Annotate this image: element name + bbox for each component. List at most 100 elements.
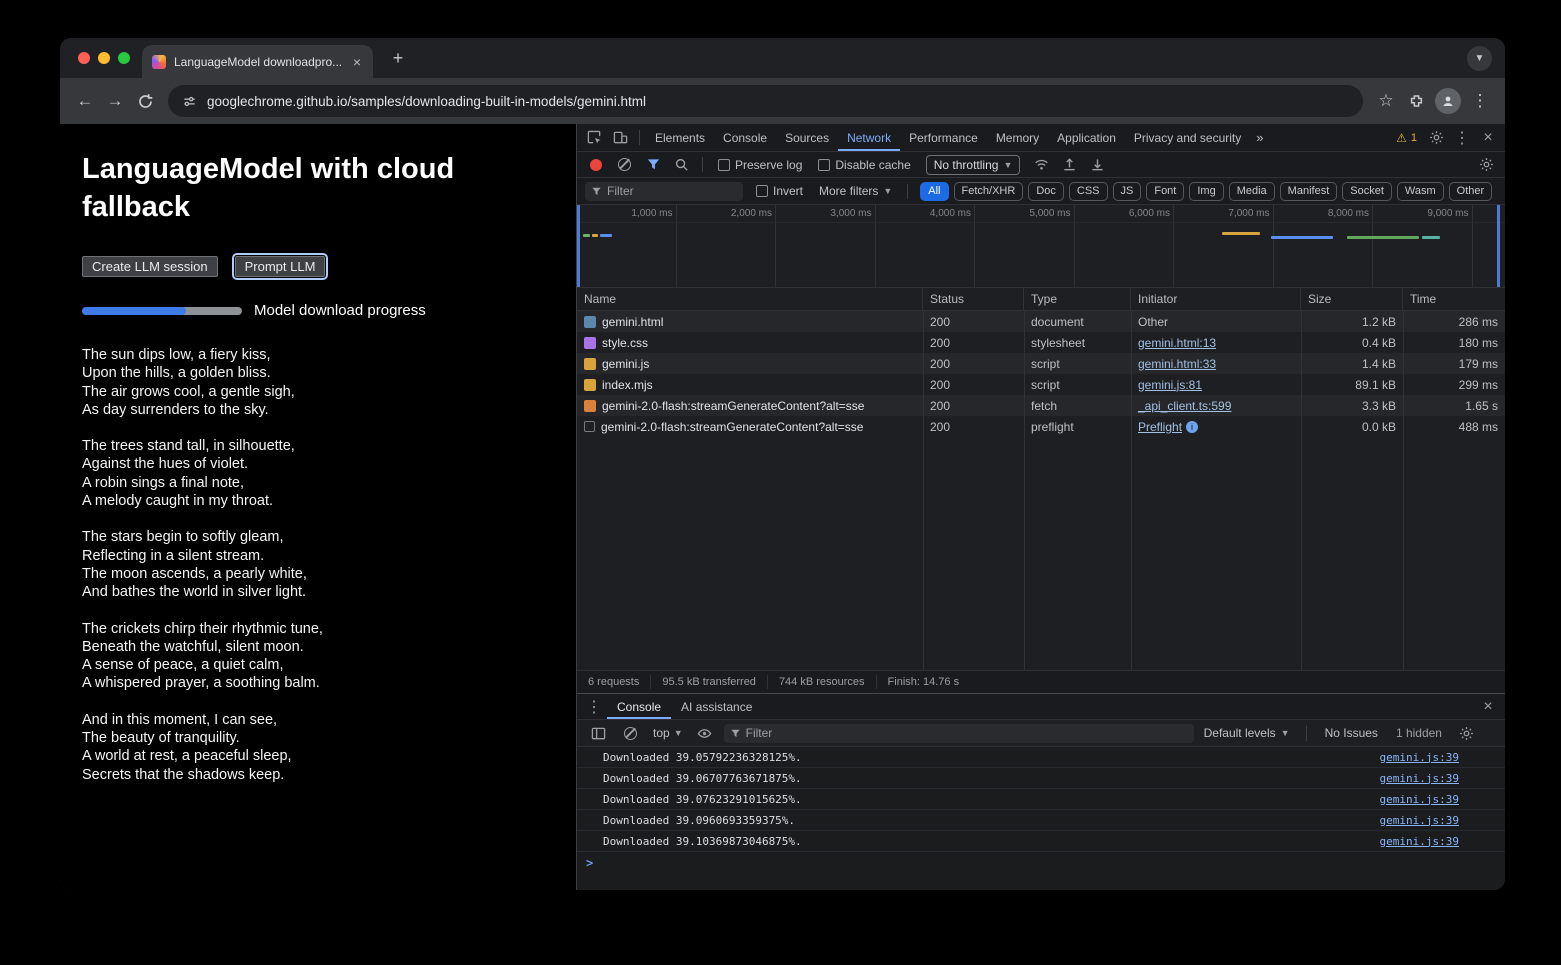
devtools-tab[interactable]: Memory — [987, 124, 1048, 151]
import-har-icon[interactable] — [1056, 154, 1082, 176]
maximize-window-button[interactable] — [118, 52, 130, 64]
close-window-button[interactable] — [78, 52, 90, 64]
devtools-tab[interactable]: Network — [838, 124, 900, 151]
tab-search-button[interactable]: ▼ — [1467, 46, 1492, 71]
column-header-status[interactable]: Status — [923, 288, 1024, 310]
network-overview-timeline[interactable]: 1,000 ms2,000 ms3,000 ms4,000 ms5,000 ms… — [577, 205, 1505, 288]
search-icon[interactable] — [668, 154, 694, 176]
console-source-link[interactable]: gemini.js:39 — [1368, 751, 1459, 764]
devtools-tab[interactable]: Performance — [900, 124, 987, 151]
export-har-icon[interactable] — [1084, 154, 1110, 176]
invert-filter-checkbox[interactable]: Invert — [749, 184, 810, 198]
column-divider[interactable] — [1301, 311, 1302, 670]
request-type-filter-chip[interactable]: Other — [1449, 182, 1493, 201]
overview-window-handle-left[interactable] — [577, 205, 580, 287]
request-type-filter-chip[interactable]: Wasm — [1397, 182, 1444, 201]
disable-cache-checkbox[interactable]: Disable cache — [811, 158, 917, 172]
hidden-messages-count[interactable]: 1 hidden — [1390, 726, 1448, 740]
console-sidebar-icon[interactable] — [585, 722, 611, 744]
console-source-link[interactable]: gemini.js:39 — [1368, 793, 1459, 806]
inspect-element-icon[interactable] — [581, 127, 607, 149]
network-filter-input[interactable]: Filter — [585, 182, 743, 201]
issues-status[interactable]: No Issues — [1319, 726, 1384, 740]
network-request-row[interactable]: style.css 200 stylesheet gemini.html:13 … — [577, 332, 1505, 353]
devtools-menu-icon[interactable]: ⋮ — [1449, 127, 1475, 149]
column-header-time[interactable]: Time — [1403, 288, 1505, 310]
extensions-icon[interactable] — [1401, 86, 1431, 116]
initiator-link[interactable]: _api_client.ts:599 — [1138, 399, 1231, 413]
initiator-link[interactable]: gemini.html:33 — [1138, 357, 1216, 371]
site-info-icon[interactable] — [182, 94, 197, 109]
console-filter-input[interactable]: Filter — [724, 724, 1194, 743]
bookmark-star-icon[interactable]: ☆ — [1371, 86, 1401, 116]
preserve-log-checkbox[interactable]: Preserve log — [711, 158, 809, 172]
drawer-tab[interactable]: Console — [607, 694, 671, 719]
browser-tab[interactable]: LanguageModel downloadpro... × — [142, 45, 373, 78]
network-request-row[interactable]: gemini-2.0-flash:streamGenerateContent?a… — [577, 416, 1505, 437]
column-header-initiator[interactable]: Initiator — [1131, 288, 1301, 310]
request-type-filter-chip[interactable]: Fetch/XHR — [954, 182, 1024, 201]
console-source-link[interactable]: gemini.js:39 — [1368, 835, 1459, 848]
devtools-tab[interactable]: Application — [1048, 124, 1125, 151]
request-type-filter-chip[interactable]: Socket — [1342, 182, 1392, 201]
back-button[interactable]: ← — [70, 86, 100, 116]
column-header-name[interactable]: Name — [577, 288, 923, 310]
request-type-filter-chip[interactable]: CSS — [1069, 182, 1108, 201]
devtools-tab[interactable]: Sources — [776, 124, 838, 151]
filter-toggle-icon[interactable] — [640, 154, 666, 176]
forward-button[interactable]: → — [100, 86, 130, 116]
request-type-filter-chip[interactable]: All — [920, 182, 948, 201]
prompt-llm-button[interactable]: Prompt LLM — [235, 256, 326, 277]
more-filters-button[interactable]: More filters ▼ — [816, 184, 895, 198]
network-request-row[interactable]: gemini.js 200 script gemini.html:33 i 1.… — [577, 353, 1505, 374]
initiator-link[interactable]: Other — [1138, 315, 1168, 329]
drawer-menu-icon[interactable]: ⋮ — [581, 696, 607, 718]
column-header-type[interactable]: Type — [1024, 288, 1131, 310]
network-settings-icon[interactable] — [1473, 154, 1499, 176]
request-type-filter-chip[interactable]: Doc — [1028, 182, 1064, 201]
live-expression-eye-icon[interactable] — [692, 722, 718, 744]
network-conditions-icon[interactable] — [1028, 154, 1054, 176]
column-divider[interactable] — [1131, 311, 1132, 670]
network-request-row[interactable]: index.mjs 200 script gemini.js:81 i 89.1… — [577, 374, 1505, 395]
request-type-filter-chip[interactable]: Img — [1189, 182, 1223, 201]
drawer-tab[interactable]: AI assistance — [671, 694, 762, 719]
preflight-info-icon[interactable]: i — [1186, 421, 1198, 433]
record-network-log-button[interactable] — [590, 159, 602, 171]
initiator-link[interactable]: Preflight — [1138, 420, 1182, 434]
more-panels-button[interactable]: » — [1250, 124, 1269, 151]
overview-window-handle-right[interactable] — [1497, 205, 1500, 287]
minimize-window-button[interactable] — [98, 52, 110, 64]
console-context-select[interactable]: top ▼ — [650, 726, 686, 740]
column-header-size[interactable]: Size — [1301, 288, 1403, 310]
devtools-tab[interactable]: Elements — [646, 124, 714, 151]
console-prompt[interactable]: > — [577, 852, 1505, 874]
network-request-row[interactable]: gemini-2.0-flash:streamGenerateContent?a… — [577, 395, 1505, 416]
clear-console-button[interactable] — [624, 727, 637, 740]
device-toolbar-icon[interactable] — [607, 127, 633, 149]
new-tab-button[interactable]: + — [386, 47, 410, 71]
network-request-row[interactable]: gemini.html 200 document Other i 1.2 kB … — [577, 311, 1505, 332]
throttling-select[interactable]: No throttling ▼ — [926, 155, 1021, 175]
browser-menu-icon[interactable]: ⋮ — [1465, 86, 1495, 116]
devtools-settings-icon[interactable] — [1423, 127, 1449, 149]
request-type-filter-chip[interactable]: Manifest — [1280, 182, 1338, 201]
request-type-filter-chip[interactable]: JS — [1113, 182, 1142, 201]
create-llm-session-button[interactable]: Create LLM session — [82, 256, 218, 277]
console-settings-icon[interactable] — [1454, 722, 1480, 744]
reload-button[interactable] — [130, 86, 160, 116]
devtools-close-icon[interactable]: × — [1475, 127, 1501, 149]
column-divider[interactable] — [923, 311, 924, 670]
request-type-filter-chip[interactable]: Media — [1229, 182, 1275, 201]
profile-avatar[interactable] — [1435, 88, 1461, 114]
column-divider[interactable] — [1403, 311, 1404, 670]
tab-close-icon[interactable]: × — [351, 54, 363, 70]
log-levels-select[interactable]: Default levels ▼ — [1200, 726, 1294, 740]
devtools-tab[interactable]: Privacy and security — [1125, 124, 1250, 151]
request-type-filter-chip[interactable]: Font — [1146, 182, 1184, 201]
devtools-tab[interactable]: Console — [714, 124, 776, 151]
initiator-link[interactable]: gemini.js:81 — [1138, 378, 1202, 392]
clear-network-log-button[interactable] — [618, 158, 631, 171]
drawer-close-icon[interactable]: × — [1475, 696, 1501, 718]
address-bar[interactable]: googlechrome.github.io/samples/downloadi… — [168, 85, 1363, 117]
